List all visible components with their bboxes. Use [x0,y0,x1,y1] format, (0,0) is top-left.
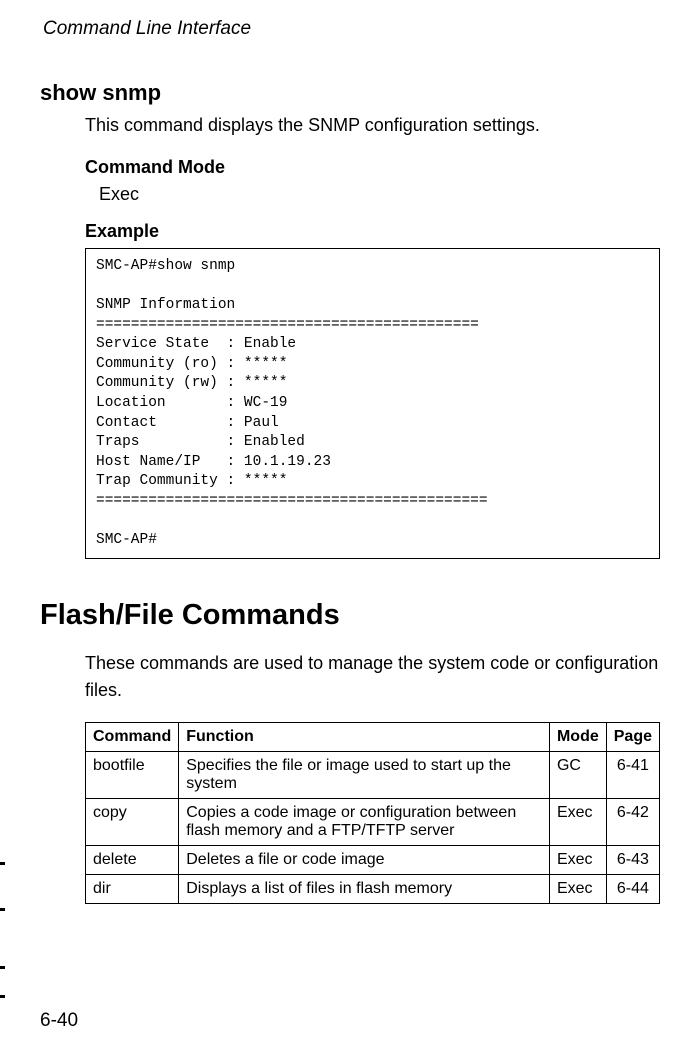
change-bar-icon [0,966,5,969]
cell-page: 6-41 [606,752,659,799]
command-mode-label: Command Mode [85,157,660,178]
cell-function: Specifies the file or image used to star… [179,752,550,799]
section-show-snmp: show snmp This command displays the SNMP… [40,80,660,559]
change-bar-icon [0,995,5,998]
cell-function: Copies a code image or configuration bet… [179,799,550,846]
cell-command: bootfile [86,752,179,799]
page-container: Command Line Interface show snmp This co… [0,0,700,1052]
cell-function: Displays a list of files in flash memory [179,875,550,904]
cell-command: dir [86,875,179,904]
cell-page: 6-42 [606,799,659,846]
command-description: This command displays the SNMP configura… [85,112,660,139]
cell-mode: GC [549,752,606,799]
example-label: Example [85,221,660,242]
cell-command: delete [86,846,179,875]
table-row: bootfile Specifies the file or image use… [86,752,660,799]
command-table: Command Function Mode Page bootfile Spec… [85,722,660,904]
table-row: dir Displays a list of files in flash me… [86,875,660,904]
cell-mode: Exec [549,875,606,904]
table-row: copy Copies a code image or configuratio… [86,799,660,846]
col-mode: Mode [549,723,606,752]
cell-function: Deletes a file or code image [179,846,550,875]
section-description: These commands are used to manage the sy… [85,650,660,704]
col-command: Command [86,723,179,752]
cell-page: 6-43 [606,846,659,875]
change-bar-icon [0,862,5,865]
running-header: Command Line Interface [43,18,660,40]
page-number: 6-40 [40,1010,78,1032]
col-page: Page [606,723,659,752]
cell-mode: Exec [549,799,606,846]
command-mode-value: Exec [99,184,660,205]
section-flash-file: Flash/File Commands These commands are u… [40,599,660,904]
change-bar-icon [0,908,5,911]
cell-mode: Exec [549,846,606,875]
section-title: Flash/File Commands [40,599,660,632]
col-function: Function [179,723,550,752]
cell-command: copy [86,799,179,846]
table-row: delete Deletes a file or code image Exec… [86,846,660,875]
cell-page: 6-44 [606,875,659,904]
example-output: SMC-AP#show snmp SNMP Information ======… [85,248,660,559]
table-header-row: Command Function Mode Page [86,723,660,752]
command-title: show snmp [40,80,660,106]
